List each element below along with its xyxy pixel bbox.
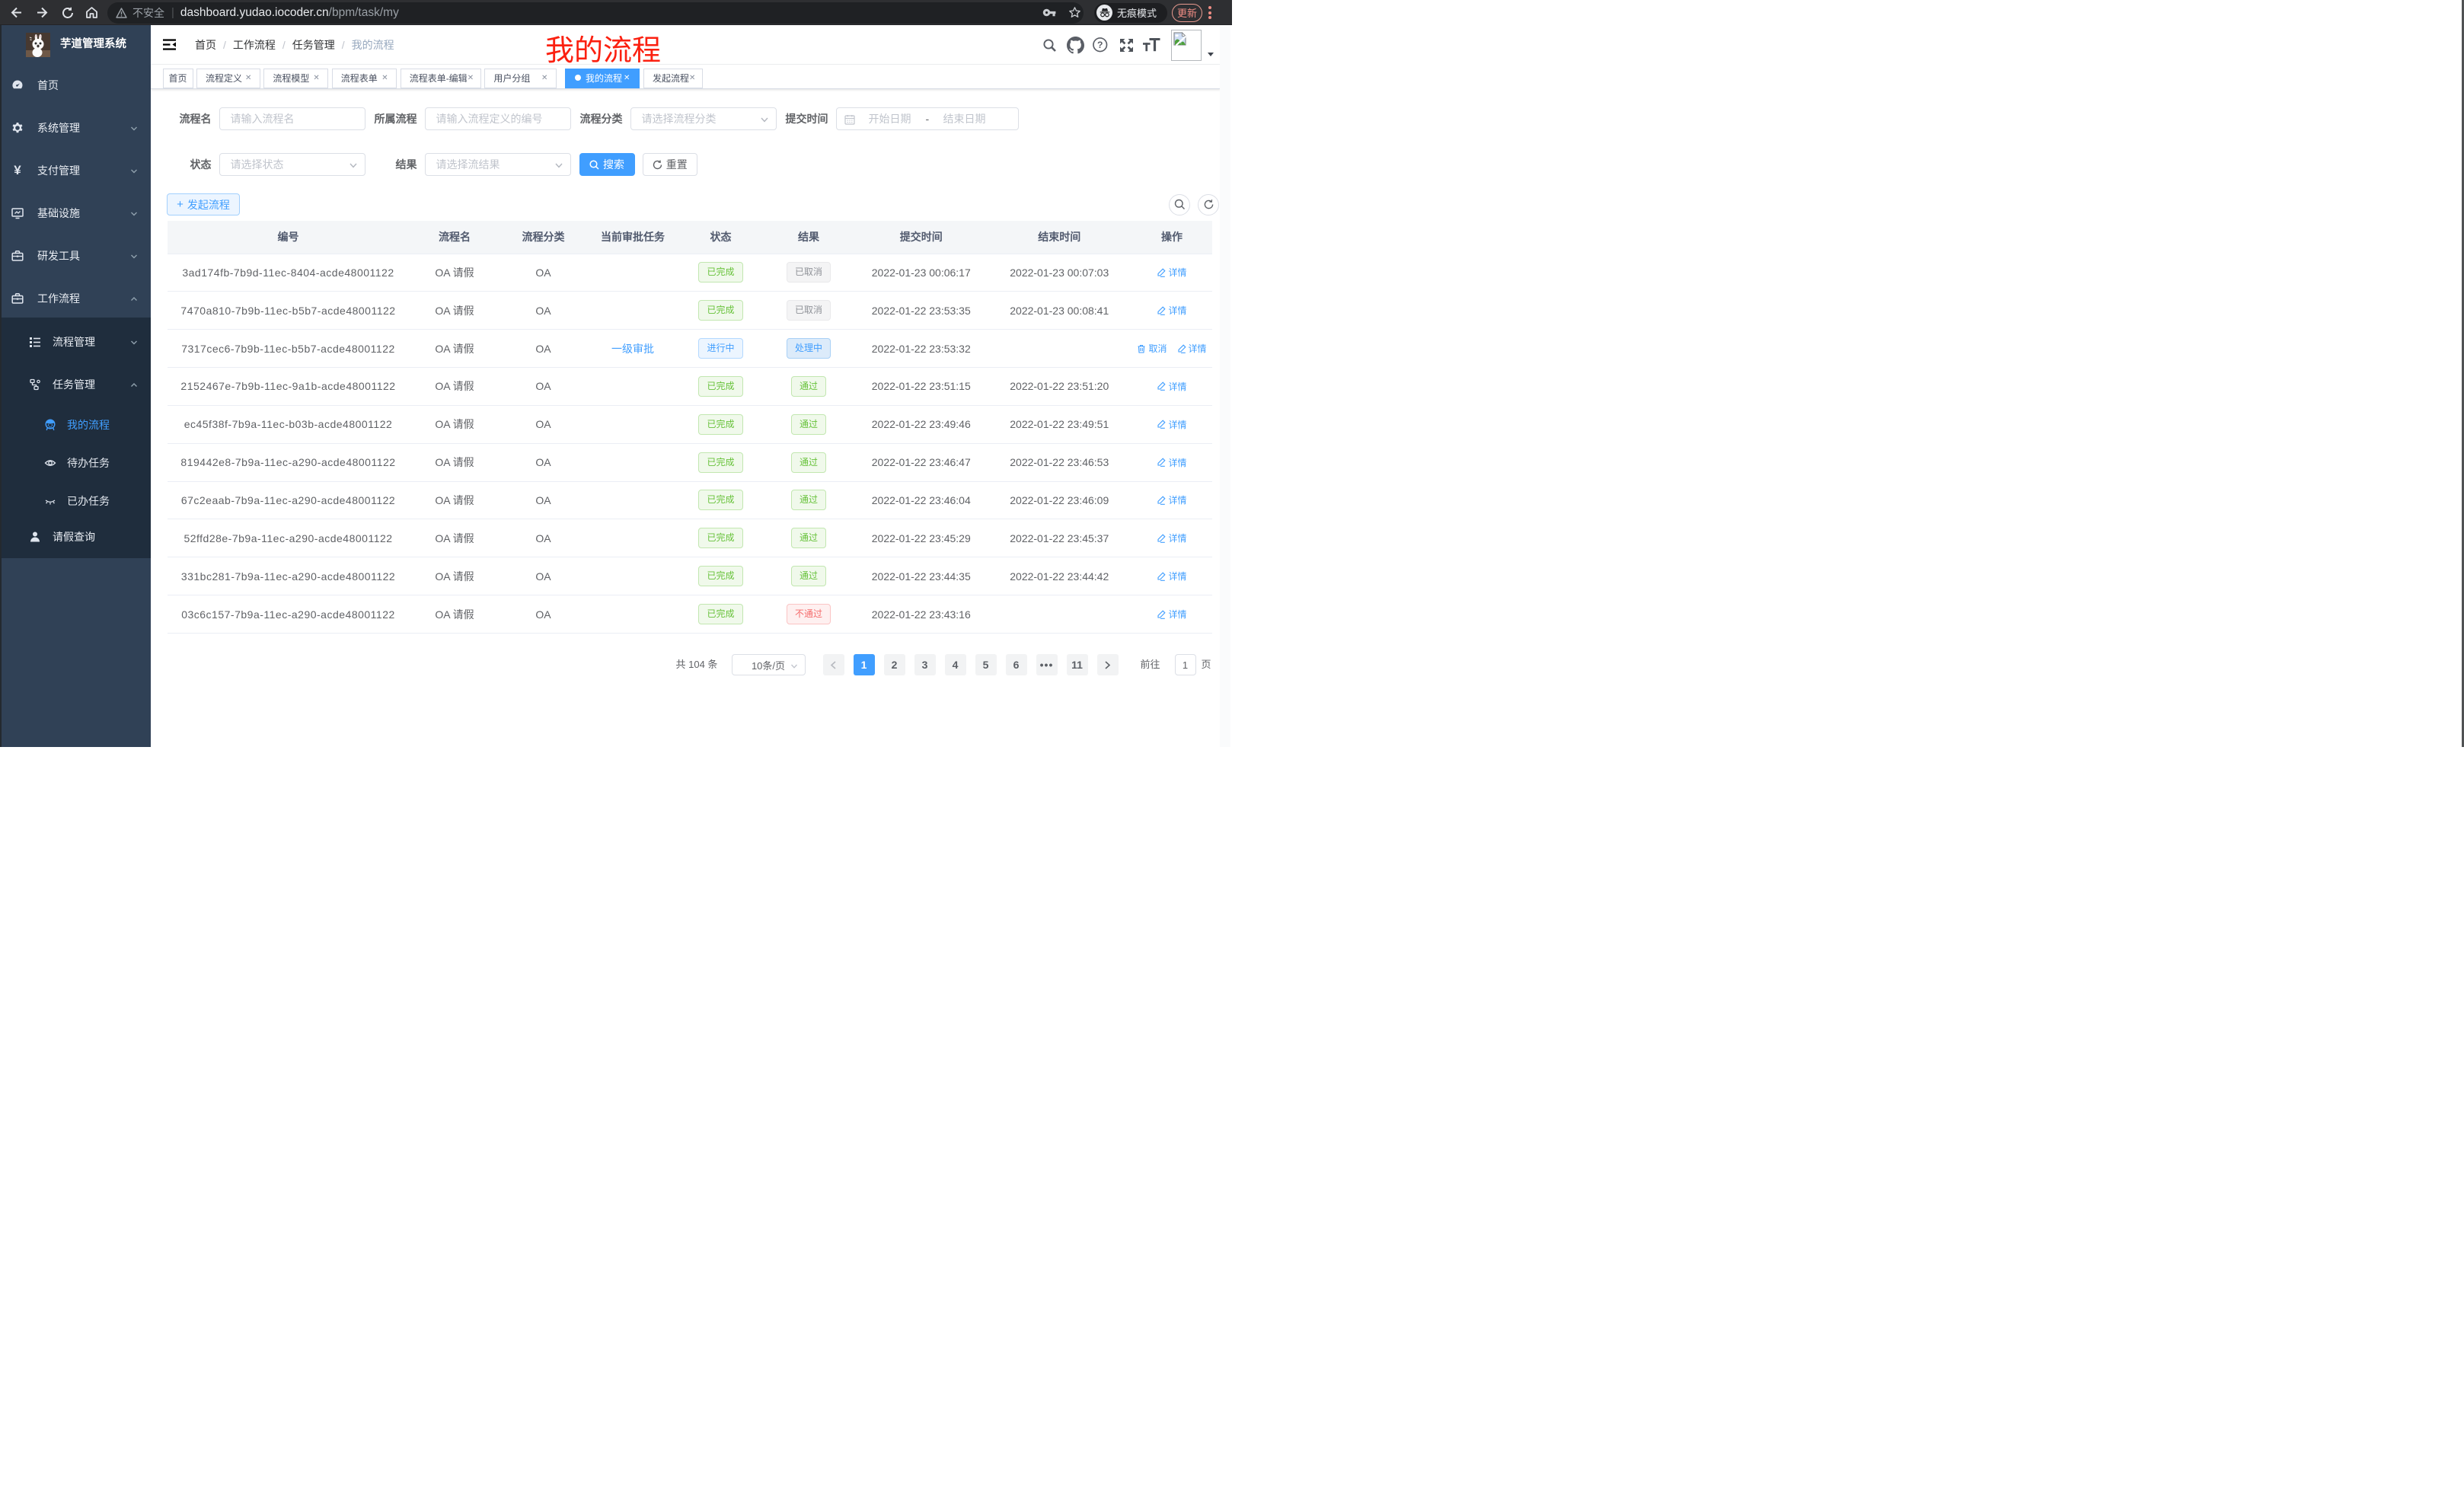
svg-text:?: ? <box>1097 40 1103 50</box>
